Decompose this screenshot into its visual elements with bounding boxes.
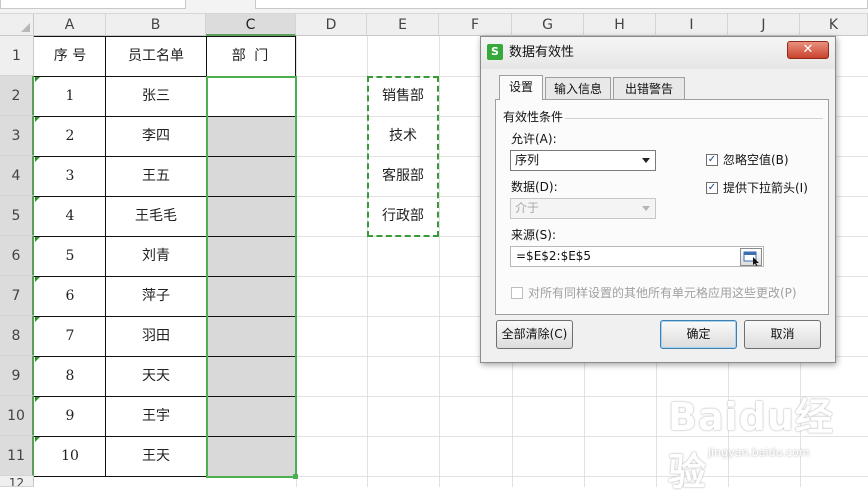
table-cell-no[interactable]: 1	[34, 76, 106, 116]
column-header-b[interactable]: B	[106, 14, 206, 36]
data-select-value: 介于	[515, 201, 540, 215]
table-cell-no[interactable]: 9	[34, 396, 106, 436]
row-header-11[interactable]: 11	[0, 436, 34, 476]
row-header-2[interactable]: 2	[0, 76, 34, 116]
fill-handle[interactable]	[293, 474, 298, 479]
dropdown-arrow-label[interactable]: 提供下拉箭头(I)	[723, 180, 808, 196]
column-header-d[interactable]: D	[296, 14, 367, 36]
table-cell-no[interactable]: 7	[34, 316, 106, 356]
row-header-5[interactable]: 5	[0, 196, 34, 236]
close-button[interactable]: ✕	[787, 41, 829, 59]
tab-error-alert[interactable]: 出错警告	[613, 77, 685, 99]
table-cell-no[interactable]: 6	[34, 276, 106, 316]
table-cell-name[interactable]: 天天	[106, 356, 206, 396]
table-cell-name[interactable]: 王天	[106, 436, 206, 476]
header-cell-department[interactable]: 部 门	[206, 36, 296, 76]
row-header-1[interactable]: 1	[0, 36, 34, 76]
apply-all-label[interactable]: 对所有同样设置的其他所有单元格应用这些更改(P)	[528, 285, 797, 301]
apply-all-checkbox[interactable]	[511, 287, 523, 299]
group-divider	[565, 118, 823, 119]
allow-select[interactable]: 序列	[510, 150, 656, 171]
header-cell-no[interactable]: 序 号	[34, 36, 106, 76]
dialog-title: 数据有效性	[509, 45, 575, 60]
row-header-12[interactable]: 12	[0, 476, 34, 487]
allow-label: 允许(A):	[511, 132, 557, 146]
tab-input-message[interactable]: 输入信息	[545, 77, 611, 99]
chevron-down-icon	[642, 206, 650, 211]
column-header-k[interactable]: K	[800, 14, 868, 36]
wps-app-icon: S	[487, 44, 503, 60]
ignore-blank-label[interactable]: 忽略空值(B)	[723, 152, 789, 168]
ignore-blank-checkbox[interactable]: ✓	[706, 154, 718, 166]
table-cell-name[interactable]: 萍子	[106, 276, 206, 316]
group-label: 有效性条件	[503, 110, 564, 124]
table-cell-name[interactable]: 刘青	[106, 236, 206, 276]
row-header-4[interactable]: 4	[0, 156, 34, 196]
table-cell-name[interactable]: 王五	[106, 156, 206, 196]
table-cell-no[interactable]: 8	[34, 356, 106, 396]
data-validation-dialog: S 数据有效性 ✕ 设置 输入信息 出错警告 有效性条件 允许(A): 序列 ✓…	[480, 36, 836, 363]
name-box[interactable]	[0, 0, 186, 9]
watermark-url: jingyan.baidu.com	[708, 446, 810, 459]
department-cell[interactable]: 销售部	[367, 76, 439, 116]
ok-button[interactable]: 确定	[660, 320, 737, 349]
table-cell-name[interactable]: 张三	[106, 76, 206, 116]
row-header-10[interactable]: 10	[0, 396, 34, 436]
allow-select-value: 序列	[515, 153, 540, 167]
header-cell-name[interactable]: 员工名单	[106, 36, 206, 76]
column-header-f[interactable]: F	[439, 14, 512, 36]
table-cell-no[interactable]: 4	[34, 196, 106, 236]
cancel-button[interactable]: 取消	[744, 320, 821, 349]
table-cell-no[interactable]: 3	[34, 156, 106, 196]
dropdown-arrow-checkbox[interactable]: ✓	[706, 182, 718, 194]
clear-all-button[interactable]: 全部清除(C)	[496, 320, 573, 349]
gridline	[439, 36, 440, 487]
department-cell[interactable]: 行政部	[367, 196, 439, 236]
table-cell-name[interactable]: 王毛毛	[106, 196, 206, 236]
data-label: 数据(D):	[511, 180, 558, 194]
department-cell[interactable]: 客服部	[367, 156, 439, 196]
column-header-h[interactable]: H	[584, 14, 656, 36]
table-cell-no[interactable]: 2	[34, 116, 106, 156]
baidu-watermark: Baidu经验	[668, 395, 834, 494]
data-select[interactable]: 介于	[510, 198, 656, 219]
corner-triangle-icon	[21, 23, 30, 32]
column-header-a[interactable]: A	[34, 14, 106, 36]
tab-settings[interactable]: 设置	[499, 75, 543, 100]
chevron-down-icon	[642, 158, 650, 163]
table-cell-name[interactable]: 羽田	[106, 316, 206, 356]
row-header-8[interactable]: 8	[0, 316, 34, 356]
range-picker-button[interactable]	[740, 248, 762, 266]
source-input[interactable]: =$E$2:$E$5	[510, 246, 764, 267]
column-header-c[interactable]: C	[206, 14, 296, 36]
row-header-7[interactable]: 7	[0, 276, 34, 316]
row-header-9[interactable]: 9	[0, 356, 34, 396]
range-picker-icon	[743, 251, 759, 266]
selection-border	[206, 76, 297, 478]
row-header-3[interactable]: 3	[0, 116, 34, 156]
column-header-i[interactable]: I	[656, 14, 728, 36]
column-header-g[interactable]: G	[512, 14, 584, 36]
table-cell-name[interactable]: 王宇	[106, 396, 206, 436]
table-cell-no[interactable]: 5	[34, 236, 106, 276]
formula-input[interactable]	[255, 0, 868, 9]
row-header-6[interactable]: 6	[0, 236, 34, 276]
source-label: 来源(S):	[511, 228, 557, 242]
column-header-e[interactable]: E	[367, 14, 439, 36]
column-header-j[interactable]: J	[728, 14, 800, 36]
select-all-corner[interactable]	[0, 14, 34, 36]
department-cell[interactable]: 技术	[367, 116, 439, 156]
table-cell-no[interactable]: 10	[34, 436, 106, 476]
table-cell-name[interactable]: 李四	[106, 116, 206, 156]
